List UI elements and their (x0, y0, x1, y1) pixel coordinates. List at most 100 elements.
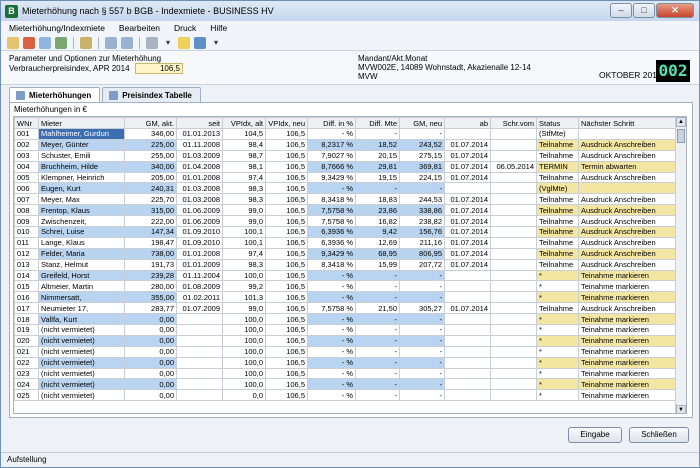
cell-neu: 106,5 (265, 269, 308, 282)
cell-next: Ausdruck Anschreiben (578, 258, 677, 271)
close-button[interactable]: ✕ (656, 3, 694, 18)
cell-alt: 97,4 (222, 247, 266, 260)
cell-mte: 15,99 (355, 258, 400, 271)
table-row[interactable]: 014 Greifeld, Horst 239,28 01.11.2004 100,0 1… (14, 269, 677, 282)
tab-mieterhoehungen[interactable]: Mieterhöhungen (9, 87, 101, 103)
column-header[interactable]: WNr (14, 117, 39, 129)
table-row[interactable]: 004 Bruchheim, Hilde 340,00 01.04.2008 98,1 1… (14, 160, 677, 173)
folder-icon[interactable] (178, 36, 190, 49)
column-header[interactable]: Diff. in % (307, 117, 356, 129)
cell-status: Teilnahme (536, 236, 579, 249)
table-row[interactable]: 010 Schrei, Luise 147,34 01.09.2010 100,1 106… (14, 226, 677, 238)
table-row[interactable]: 015 Altmeier, Martin 280,00 01.08.2009 99,2 1… (14, 280, 677, 293)
export-icon[interactable] (55, 36, 67, 49)
column-header[interactable]: Mieter (38, 117, 125, 129)
table-row[interactable]: 017 Neumieter 17, 283,77 01.07.2009 99,0 106,… (14, 302, 677, 315)
column-header[interactable]: GM, neu (399, 117, 445, 129)
menu-druck[interactable]: Druck (174, 23, 196, 33)
data-grid[interactable]: WNr Mieter GM, akt. seit VPIdx, alt VPId… (13, 116, 687, 414)
minimize-button[interactable]: – (610, 3, 632, 18)
column-header[interactable]: seit (176, 117, 223, 129)
index-label: Verbraucherpreisindex, APR 2014 (9, 64, 130, 73)
copy-icon[interactable] (105, 36, 117, 49)
column-header[interactable]: Nächster Schritt (578, 117, 677, 129)
pdf-document-icon[interactable] (23, 36, 35, 49)
table-row[interactable]: 002 Meyer, Günter 225,00 01.11.2008 98,4 106,… (14, 138, 677, 151)
table-row[interactable]: 020 (nicht vermietet) 0,00 100,0 106,5- % - - *… (14, 334, 677, 347)
cell-neu: 106,5 (265, 302, 308, 315)
menu-bearbeiten[interactable]: Bearbeiten (119, 23, 160, 33)
column-header[interactable]: Diff. Mte (355, 117, 400, 129)
scroll-down-icon[interactable]: ▼ (676, 405, 686, 413)
table-row[interactable]: 013 Stanz, Helmut 191,73 01.01.2009 98,3 106,… (14, 258, 677, 271)
cell-schr (490, 204, 537, 217)
chevron-down-icon[interactable]: ▾ (162, 37, 174, 49)
table-row[interactable]: 022 (nicht vermietet) 0,00 100,0 106,5- % - - *… (14, 356, 677, 369)
column-header[interactable]: VPIdx, alt (222, 117, 266, 129)
cell-mieter: (nicht vermietet) (38, 378, 125, 391)
cell-mieter: Bruchheim, Hilde (38, 160, 125, 173)
eingabe-button[interactable]: Eingabe (568, 427, 622, 443)
chevron-down-icon[interactable]: ▾ (210, 37, 222, 49)
new-document-icon[interactable] (39, 36, 51, 49)
cell-gmneu: 806,95 (399, 247, 445, 260)
table-row[interactable]: 018 Vallfa, Kurt 0,00 100,0 106,5- % - - * Teina… (14, 313, 677, 326)
cell-status: Teilnahme (536, 171, 579, 184)
table-row[interactable]: 007 Meyer, Max 225,70 01.03.2008 98,3 106,5 8,… (14, 193, 677, 206)
cell-gmneu: - (399, 356, 445, 369)
cell-mieter: (nicht vermietet) (38, 324, 125, 336)
column-header[interactable]: Schr.vom (490, 117, 537, 129)
cell-gmneu: - (399, 345, 445, 358)
column-header[interactable]: GM, akt. (124, 117, 177, 129)
printer-icon[interactable] (146, 36, 158, 49)
maximize-button[interactable]: □ (633, 3, 655, 18)
cell-neu: 106,5 (265, 280, 308, 293)
cell-neu: 106,5 (265, 291, 308, 304)
cell-neu: 106,5 (265, 193, 308, 206)
cell-next: Teinahme markieren (578, 334, 677, 347)
cell-diff: - % (307, 356, 356, 369)
schliessen-button[interactable]: Schließen (629, 427, 689, 443)
cell-mieter: Neumieter 17, (38, 302, 125, 315)
open-folder-icon[interactable] (7, 36, 19, 49)
table-row[interactable]: 019 (nicht vermietet) 0,00 100,0 106,5- % - - *… (14, 324, 677, 336)
table-row[interactable]: 011 Lange, Klaus 198,47 01.09.2010 100,1 106,… (14, 236, 677, 249)
column-header[interactable]: VPIdx, neu (265, 117, 308, 129)
table-row[interactable]: 006 Eugen, Kurt 240,31 01.03.2008 98,3 106,5-… (14, 182, 677, 195)
cell-status: Teilnahme (536, 302, 579, 315)
table-row[interactable]: 005 Klempner, Heinrich 205,00 01.01.2008 97,… (14, 171, 677, 184)
table-row[interactable]: 012 Felder, Maria 738,00 01.01.2008 97,4 106,… (14, 247, 677, 260)
help-icon[interactable] (194, 36, 206, 49)
cell-ab: 01.07.2014 (444, 258, 491, 271)
cell-mieter: (nicht vermietet) (38, 389, 125, 402)
table-row[interactable]: 003 Schuster, Emili 255,00 01.03.2009 98,7 10… (14, 149, 677, 162)
table-row[interactable]: 009 Zwischenzeit, 222,00 01.06.2009 99,0 106,… (14, 215, 677, 228)
scroll-thumb[interactable] (677, 129, 685, 143)
cell-schr (490, 236, 537, 249)
table-row[interactable]: 008 Frentop, Klaus 315,00 01.06.2009 99,0 106… (14, 204, 677, 217)
cell-alt: 98,3 (222, 193, 266, 206)
cell-seit (176, 345, 223, 358)
tab-preisindex-tabelle[interactable]: Preisindex Tabelle (102, 87, 201, 102)
column-header[interactable]: Status (536, 117, 579, 129)
table-row[interactable]: 023 (nicht vermietet) 0,00 100,0 106,5- % - - *… (14, 367, 677, 380)
filter-icon[interactable] (80, 36, 92, 49)
vertical-scrollbar[interactable]: ▲ ▼ (675, 117, 686, 413)
cell-diff: - % (307, 269, 356, 282)
menu-hilfe[interactable]: Hilfe (210, 23, 227, 33)
title-bar[interactable]: B Mieterhöhung nach § 557 b BGB - Indexm… (1, 1, 699, 21)
table-row[interactable]: 016 Nimmersatt, 355,00 01.02.2011 101,3 106,5… (14, 291, 677, 304)
paste-icon[interactable] (121, 36, 133, 49)
cell-ab: 01.07.2014 (444, 215, 491, 228)
cell-alt: 100,1 (222, 226, 266, 238)
index-value-field[interactable]: 106,5 (135, 63, 183, 74)
table-row[interactable]: 001 Mahlheimer, Gurdun 346,00 01.01.2013 104… (14, 128, 677, 140)
cell-alt: 99,2 (222, 280, 266, 293)
table-row[interactable]: 024 (nicht vermietet) 0,00 100,0 106,5- % - - *… (14, 378, 677, 391)
table-row[interactable]: 021 (nicht vermietet) 0,00 100,0 106,5- % - - *… (14, 345, 677, 358)
menu-mieterhoehung[interactable]: Mieterhöhung/Indexmiete (9, 23, 105, 33)
cell-schr (490, 215, 537, 228)
column-header[interactable]: ab (444, 117, 491, 129)
scroll-up-icon[interactable]: ▲ (676, 117, 686, 127)
table-row[interactable]: 025 (nicht vermietet) 0,00 0,0 106,5- % - - * Te… (14, 389, 677, 402)
